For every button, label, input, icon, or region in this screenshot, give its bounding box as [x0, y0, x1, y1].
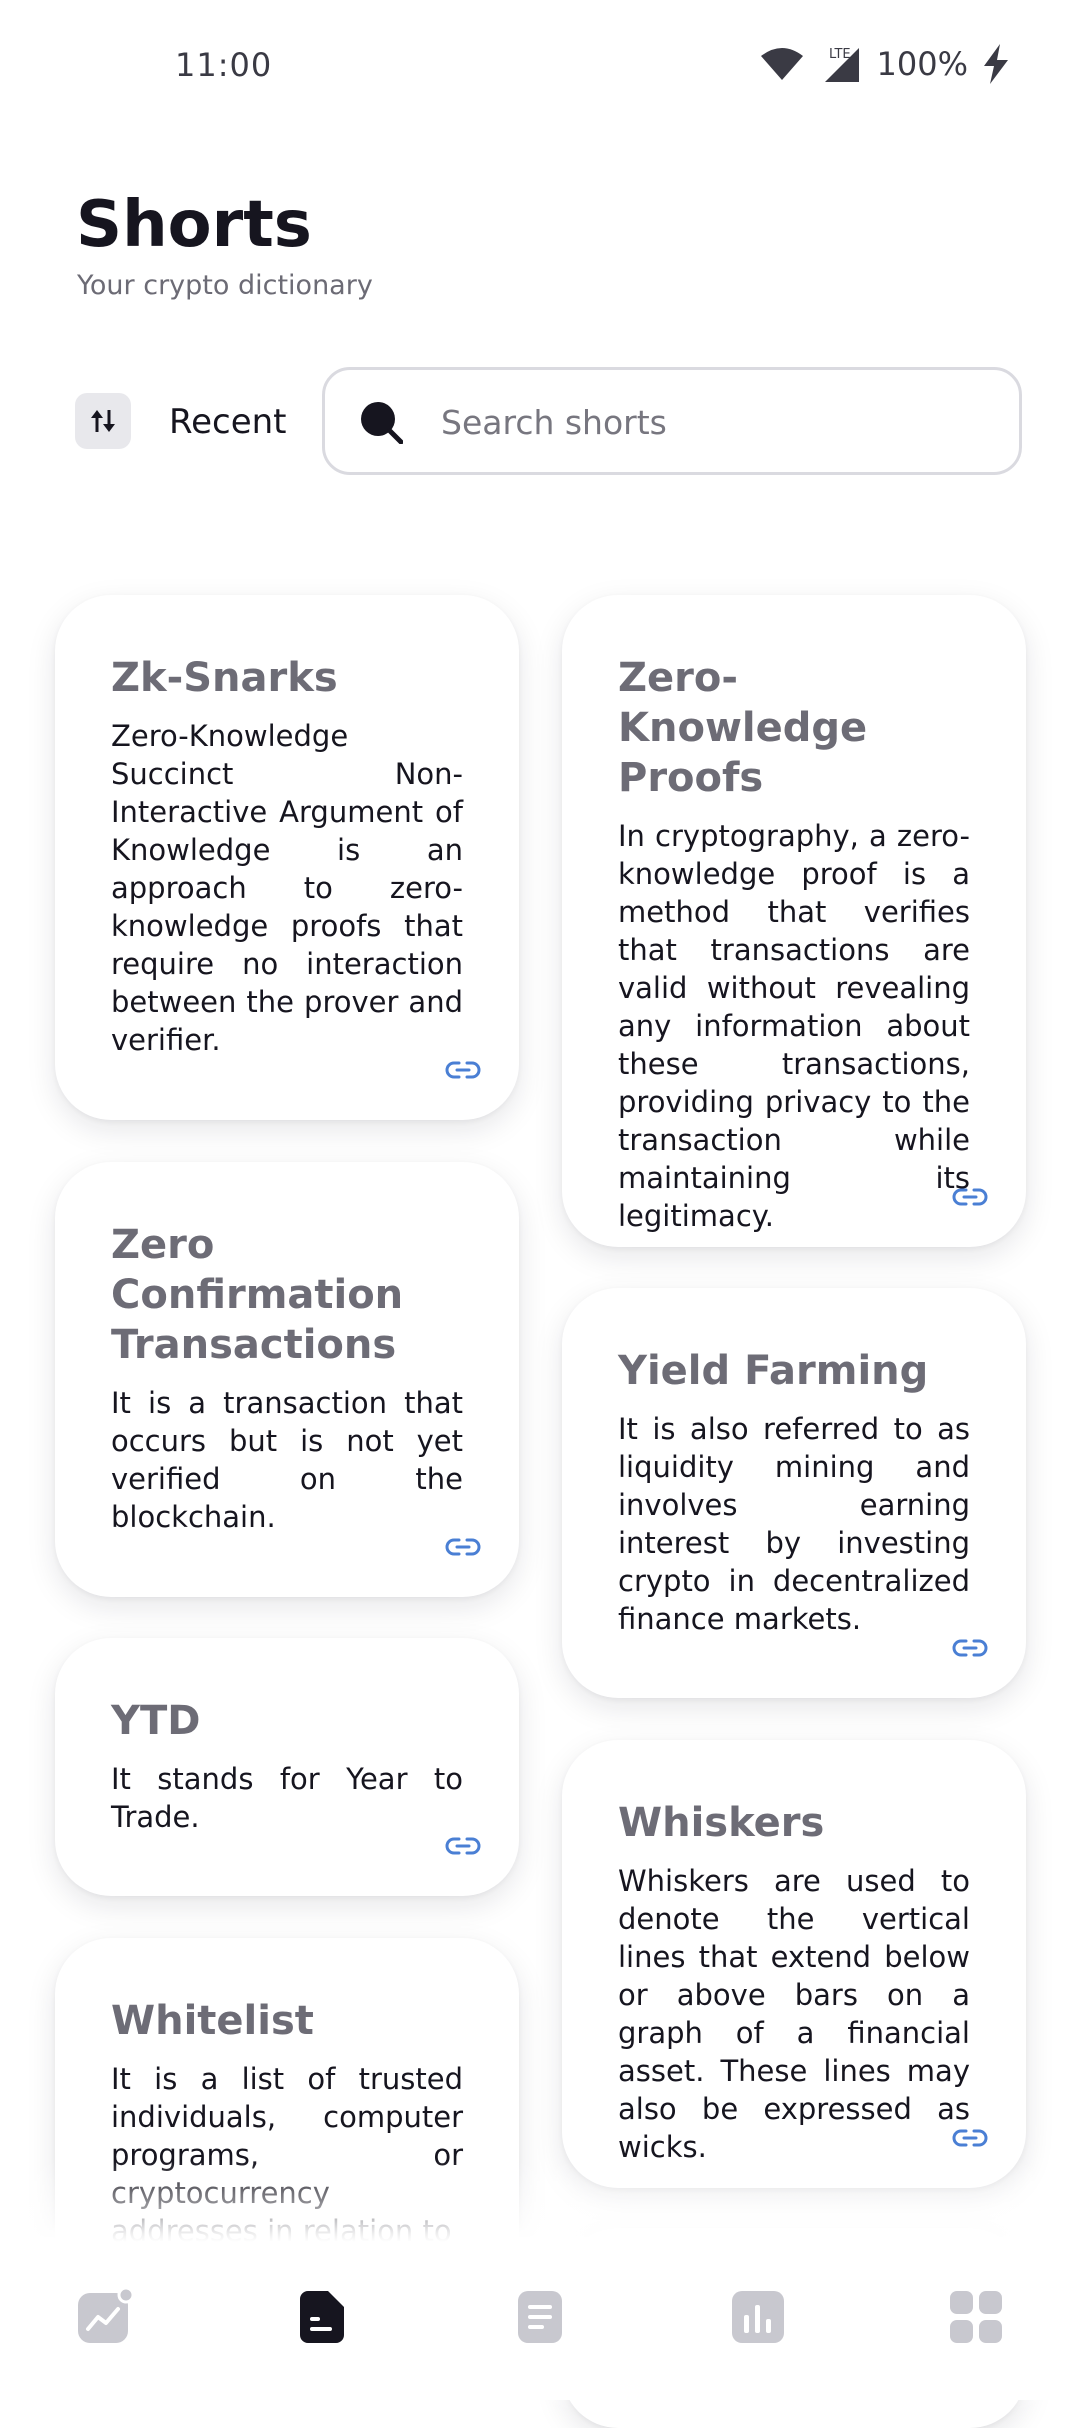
term-card[interactable]: Zero-Knowledge Proofs In cryptography, a…	[562, 595, 1026, 1247]
nav-item-articles[interactable]	[512, 2289, 568, 2345]
list-icon	[518, 2291, 562, 2343]
card-description: Whiskers are used to denote the vertical…	[618, 1864, 970, 2164]
scroll-fade	[0, 2160, 1080, 2244]
card-title: Whitelist	[111, 1998, 314, 2044]
nav-item-stats[interactable]	[730, 2289, 786, 2345]
term-card[interactable]: Zk-Snarks Zero-Knowledge Succinct Non-In…	[55, 595, 519, 1120]
chart-line-icon	[78, 2286, 135, 2343]
term-card[interactable]: Zero Confirmation Transactions It is a t…	[55, 1162, 519, 1597]
grid-icon	[950, 2291, 1002, 2343]
search-box[interactable]	[322, 367, 1022, 475]
page-title: Shorts	[76, 188, 312, 262]
nav-item-market-trends[interactable]	[76, 2286, 135, 2345]
status-icons: LTE 100%	[759, 44, 1010, 84]
search-input[interactable]	[441, 394, 981, 450]
term-card[interactable]: YTD It stands for Year to Trade.	[55, 1638, 519, 1896]
link-icon[interactable]	[445, 1537, 481, 1557]
card-description: In cryptography, a zero-knowledge proof …	[618, 819, 970, 1233]
link-icon[interactable]	[445, 1060, 481, 1080]
sort-arrows-icon	[91, 410, 115, 432]
card-title: Whiskers	[618, 1800, 825, 1846]
cellular-signal-icon: LTE	[824, 47, 859, 82]
card-description: Zero-Knowledge Succinct Non-Interactive …	[111, 719, 463, 1057]
network-type-label: LTE	[829, 47, 851, 62]
link-icon[interactable]	[952, 2128, 988, 2148]
card-description: It is also referred to as liquidity mini…	[618, 1412, 970, 1636]
bottom-navigation	[0, 2243, 1080, 2400]
card-title: YTD	[111, 1698, 201, 1744]
link-icon[interactable]	[445, 1836, 481, 1856]
wifi-icon	[760, 48, 803, 80]
term-card[interactable]: Yield Farming It is also referred to as …	[562, 1288, 1026, 1698]
document-icon	[300, 2291, 344, 2343]
search-icon	[361, 402, 403, 444]
card-description: It is a transaction that occurs but is n…	[111, 1386, 463, 1534]
term-card[interactable]: Whiskers Whiskers are used to denote the…	[562, 1740, 1026, 2188]
nav-item-shorts[interactable]	[294, 2289, 350, 2345]
link-icon[interactable]	[952, 1187, 988, 1207]
sort-label[interactable]: Recent	[169, 402, 287, 442]
card-title: Zero Confirmation Transactions	[111, 1222, 404, 1368]
sort-toggle-button[interactable]	[75, 393, 131, 449]
card-description: It stands for Year to Trade.	[111, 1762, 463, 1834]
page-subtitle: Your crypto dictionary	[77, 270, 373, 301]
battery-percentage: 100%	[876, 45, 968, 83]
nav-item-more[interactable]	[948, 2289, 1004, 2345]
status-bar: 11:00 LTE 100%	[0, 0, 1080, 130]
link-icon[interactable]	[952, 1638, 988, 1658]
bar-chart-icon	[732, 2291, 784, 2343]
status-time: 11:00	[175, 46, 273, 84]
card-title: Zk-Snarks	[111, 655, 338, 701]
card-title: Zero-Knowledge Proofs	[618, 655, 868, 801]
card-title: Yield Farming	[618, 1348, 929, 1394]
battery-charging-icon	[984, 44, 1008, 84]
